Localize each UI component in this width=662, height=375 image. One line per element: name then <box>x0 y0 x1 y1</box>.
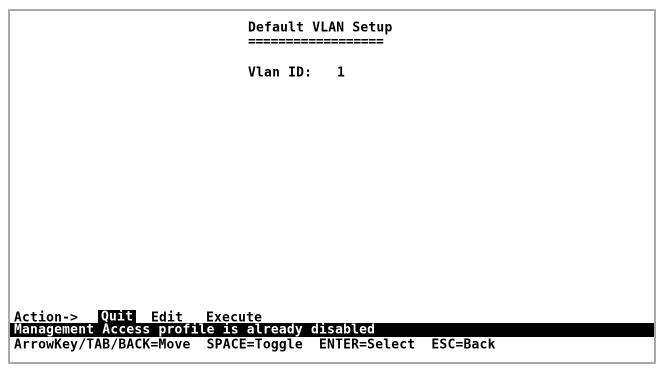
terminal-screen: Default VLAN Setup ================== Vl… <box>10 11 654 362</box>
status-message: Management Access profile is already dis… <box>14 321 376 338</box>
title-underline: ================== <box>248 33 384 50</box>
screen-title: Default VLAN Setup <box>248 19 393 36</box>
key-help-line: ArrowKey/TAB/BACK=Move SPACE=Toggle ENTE… <box>14 336 496 353</box>
terminal-window: Default VLAN Setup ================== Vl… <box>8 9 656 364</box>
vlan-id-label: Vlan ID: <box>248 64 313 81</box>
vlan-id-value[interactable]: 1 <box>337 66 345 80</box>
